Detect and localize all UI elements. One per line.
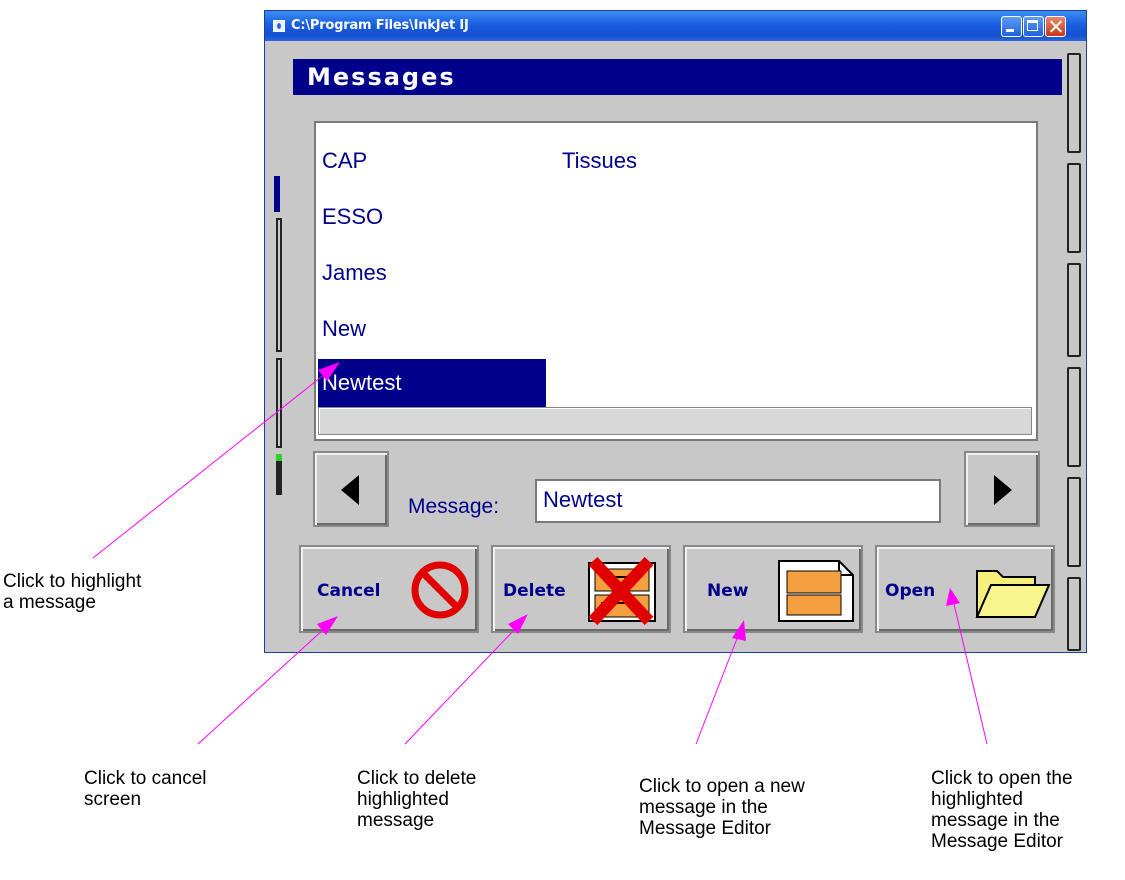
annotation-line: message in the: [639, 797, 768, 818]
annotation-line: message in the: [931, 810, 1060, 831]
annotation-line: message: [357, 810, 435, 831]
annotation-line: Click to open the: [931, 768, 1073, 789]
annotation-line: screen: [84, 789, 142, 810]
annotation-line: Click to cancel: [84, 768, 207, 789]
annotation-open: Click to open the highlighted message in…: [931, 768, 1073, 852]
annotation-cancel: Click to cancel screen: [84, 768, 207, 810]
annotation-line: Message Editor: [931, 831, 1064, 852]
annotation-arrows: [92, 362, 988, 745]
annotation-line: Message Editor: [639, 818, 772, 839]
annotation-line: Click to open a new: [639, 776, 805, 797]
annotation-line: highlighted: [931, 789, 1023, 810]
annotation-new: Click to open a new message in the Messa…: [639, 776, 805, 839]
annotation-line: Click to delete: [357, 768, 477, 789]
annotation-line: a message: [3, 592, 96, 613]
annotation-highlight: Click to highlight a message: [3, 571, 141, 613]
annotation-line: Click to highlight: [3, 571, 142, 592]
annotation-delete: Click to delete highlighted message: [357, 768, 476, 831]
annotation-line: highlighted: [357, 789, 449, 810]
